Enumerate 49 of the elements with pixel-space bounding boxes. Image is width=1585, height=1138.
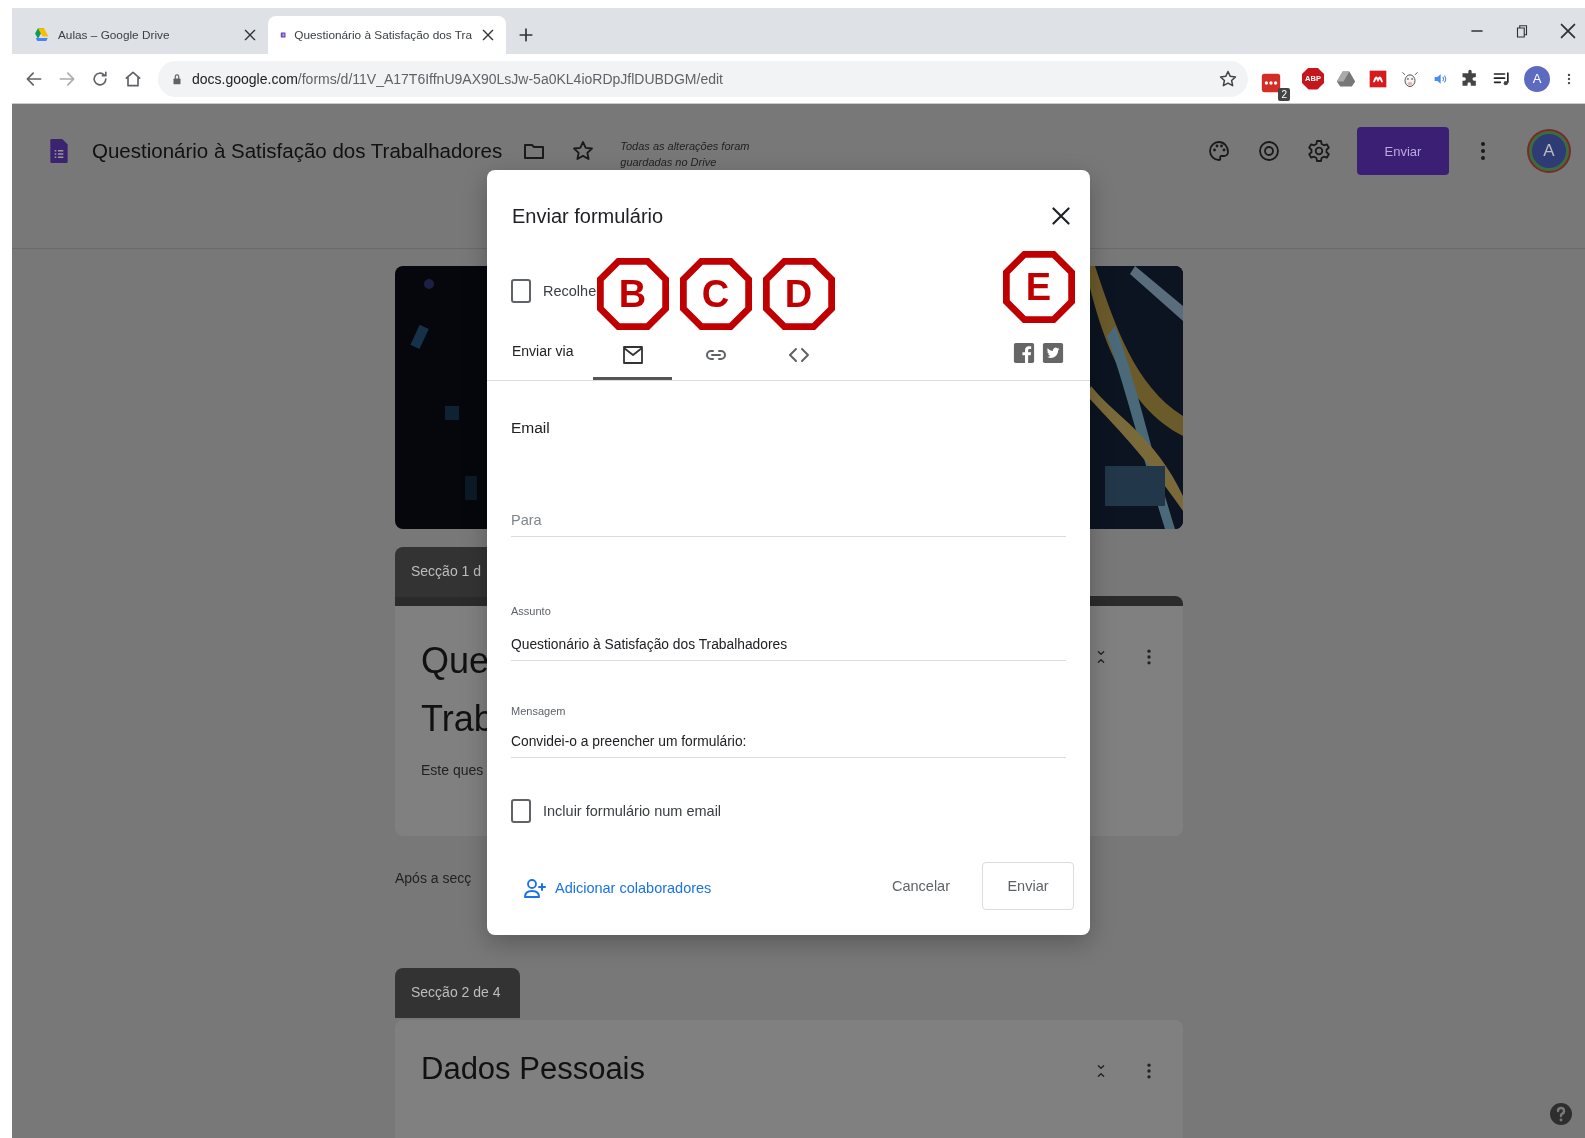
add-collaborators-link[interactable]: Adicionar colaboradores	[511, 876, 712, 900]
cancel-button[interactable]: Cancelar	[883, 870, 958, 902]
profile-avatar[interactable]: A	[1524, 65, 1550, 92]
field-label: Mensagem	[511, 705, 567, 717]
tab-title: Aulas – Google Drive	[58, 28, 171, 42]
twitter-icon[interactable]	[1042, 342, 1064, 364]
url-text: docs.google.com/forms/d/11V_A17T6IffnU9AX90LsJw-5a0KL4ioRDpJflDUBDGM/edit	[192, 70, 724, 87]
profile-avatar[interactable]: A	[1529, 131, 1569, 171]
checkbox[interactable]	[511, 799, 531, 823]
checkbox-label: Recolhe	[543, 283, 597, 299]
address-bar[interactable]: docs.google.com/forms/d/11V_A17T6IffnU9AX90LsJw-5a0KL4ioRDpJflDUBDGM/edit	[158, 60, 1248, 97]
form-title[interactable]: Questionário à Satisfação dos Trabalhadores	[92, 139, 503, 163]
extension-button[interactable]: 2	[1260, 66, 1290, 101]
section-navigation-text: Após a secç	[395, 870, 472, 886]
count-badge: 2	[1278, 87, 1290, 101]
drive-icon	[32, 26, 50, 44]
section-title: Dados Pessoais	[421, 1050, 645, 1088]
facebook-icon[interactable]	[1013, 342, 1035, 364]
star-icon[interactable]	[571, 139, 596, 163]
preview-icon[interactable]	[1257, 139, 1281, 163]
browser-tab[interactable]: Aulas – Google Drive	[20, 16, 268, 54]
recipient-field[interactable]: Para	[511, 509, 1066, 537]
checkbox[interactable]	[511, 279, 531, 303]
close-icon[interactable]	[242, 27, 258, 43]
close-icon[interactable]	[480, 27, 496, 43]
person-add-icon	[523, 876, 547, 900]
section-description: Este ques	[421, 762, 485, 778]
dialog-title: Enviar formulário	[512, 204, 664, 228]
section-heading: Email	[511, 419, 551, 438]
save-status: Todas as alterações foram guardadas no Drive	[620, 139, 751, 170]
section-title: Que	[421, 639, 491, 683]
send-button[interactable]: Enviar	[982, 862, 1074, 910]
annotation-marker: C	[679, 258, 752, 330]
field-label: Assunto	[511, 605, 552, 617]
bookmark-star-icon[interactable]	[1218, 68, 1238, 89]
annotation-marker: B	[596, 258, 669, 330]
tab-title: Questionário à Satisfação dos Tra	[294, 28, 472, 42]
checkbox-label: Incluir formulário num email	[543, 803, 722, 819]
palette-icon[interactable]	[1207, 139, 1231, 163]
settings-icon[interactable]	[1307, 139, 1331, 163]
annotation-marker: D	[762, 258, 835, 330]
text-field[interactable]: Convidei-o a preencher um formulário:	[511, 730, 1066, 758]
send-via-label: Enviar via	[512, 343, 575, 359]
text-field[interactable]: Questionário à Satisfação dos Trabalhadores	[511, 633, 1066, 661]
annotation-marker: E	[1002, 251, 1075, 323]
dots-icon	[1260, 71, 1282, 94]
browser-tab[interactable]: Questionário à Satisfação dos Tra	[268, 16, 506, 54]
send-button[interactable]: Enviar	[1357, 127, 1449, 175]
help-icon[interactable]	[1549, 1102, 1573, 1126]
